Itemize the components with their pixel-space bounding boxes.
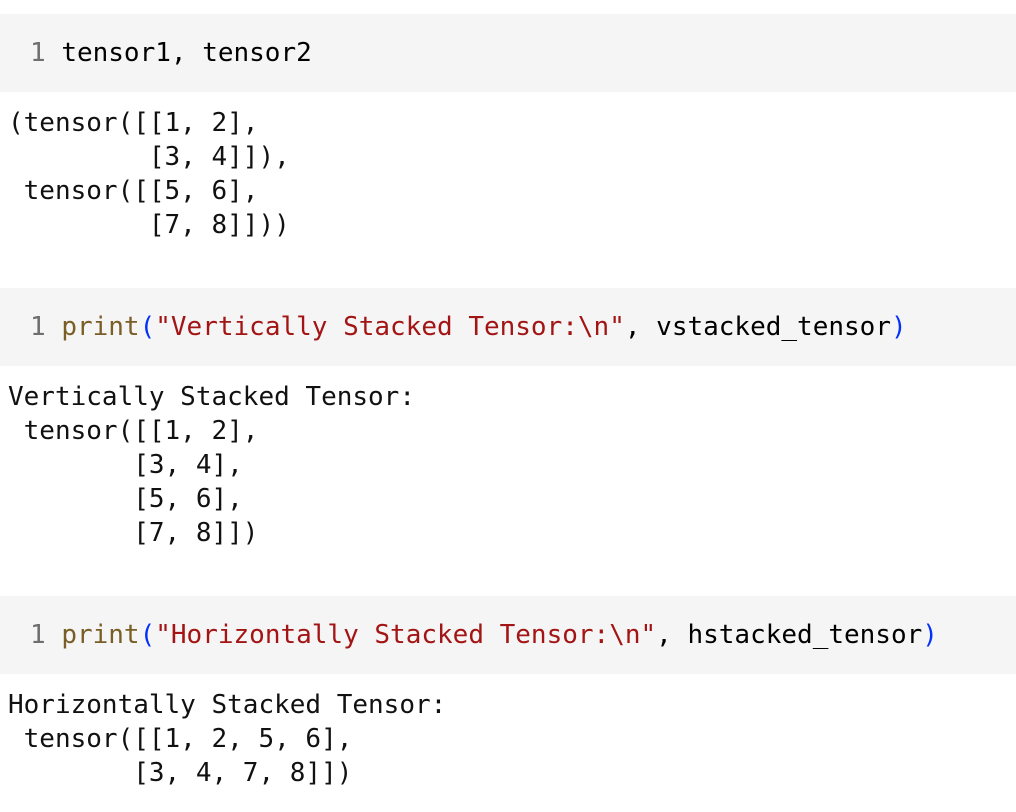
code-cell-1-output: (tensor([[1, 2], [3, 4]]), tensor([[5, 6… [8, 108, 290, 240]
code-cell-1-input[interactable]: 1 tensor1, tensor2 [0, 14, 1016, 92]
code-cell-2-output: Vertically Stacked Tensor: tensor([[1, 2… [8, 382, 415, 548]
string-token: "Vertically Stacked Tensor:\n" [155, 312, 625, 342]
open-paren-token: ( [139, 312, 156, 342]
function-token: print [61, 312, 140, 342]
string-token: "Horizontally Stacked Tensor:\n" [155, 620, 657, 650]
code-cell-3-input[interactable]: 1 print("Horizontally Stacked Tensor:\n"… [0, 596, 1016, 674]
code-cell-2-input[interactable]: 1 print("Vertically Stacked Tensor:\n", … [0, 288, 1016, 366]
function-token: print [61, 620, 140, 650]
line-number: 1 [30, 38, 46, 68]
code-text: tensor1, tensor2 [61, 38, 312, 68]
code-cell-3-output: Horizontally Stacked Tensor: tensor([[1,… [8, 690, 447, 788]
code-line[interactable]: 1 print("Vertically Stacked Tensor:\n", … [30, 311, 907, 343]
line-number: 1 [30, 312, 46, 342]
close-paren-token: ) [890, 312, 907, 342]
code-line[interactable]: 1 print("Horizontally Stacked Tensor:\n"… [30, 619, 938, 651]
code-line[interactable]: 1 tensor1, tensor2 [30, 37, 312, 69]
argument-token: , hstacked_tensor [656, 620, 923, 650]
line-number: 1 [30, 620, 46, 650]
open-paren-token: ( [139, 620, 156, 650]
argument-token: , vstacked_tensor [624, 312, 891, 342]
close-paren-token: ) [922, 620, 938, 650]
